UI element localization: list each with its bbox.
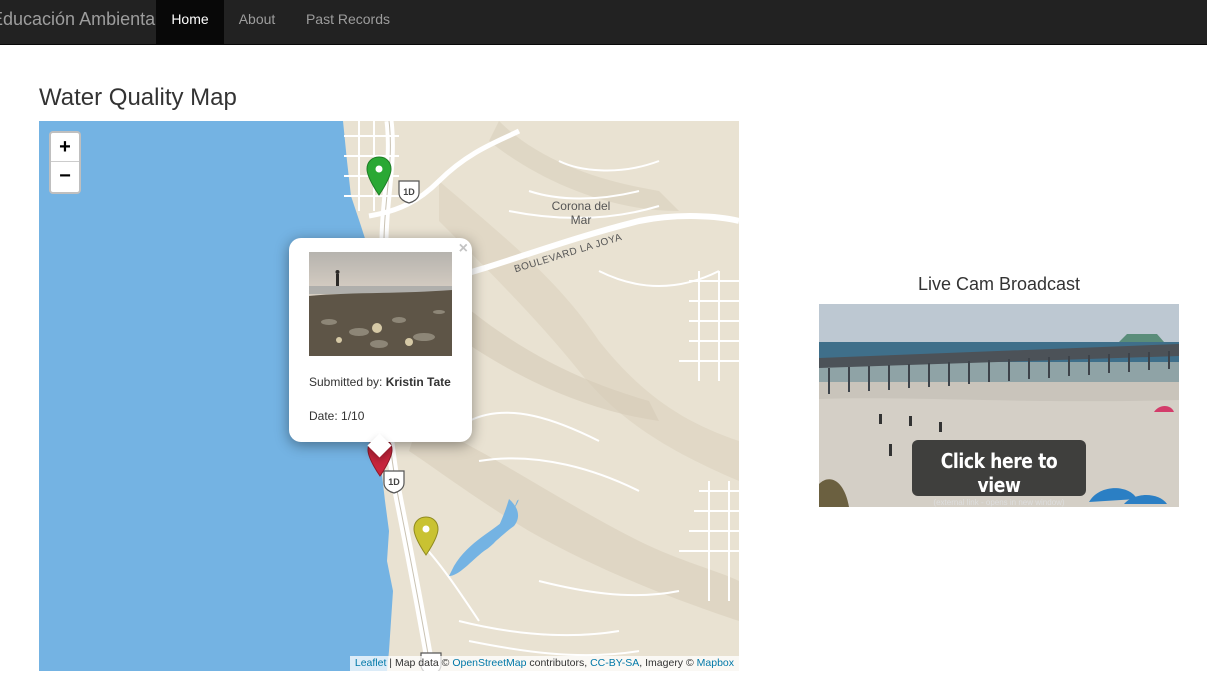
popup-submitter-name: Kristin Tate bbox=[385, 375, 451, 389]
click-to-view-button[interactable]: Click here to view (external link - open… bbox=[912, 440, 1086, 507]
attrib-text-2: contributors, bbox=[526, 657, 591, 669]
live-cam-title: Live Cam Broadcast bbox=[917, 274, 1081, 294]
zoom-in-button[interactable]: + bbox=[51, 133, 79, 162]
town-label-line2: Mar bbox=[571, 213, 592, 227]
cam-button-main-text: Click here to view bbox=[940, 449, 1058, 497]
nav-past-records[interactable]: Past Records bbox=[290, 0, 406, 44]
nav-about[interactable]: About bbox=[224, 0, 290, 44]
popup-close-button[interactable]: × bbox=[459, 240, 468, 258]
attrib-text-1: | Map data © bbox=[386, 657, 453, 669]
popup-photo bbox=[309, 252, 452, 356]
license-link[interactable]: CC-BY-SA bbox=[590, 657, 639, 669]
water-quality-map[interactable]: 1D 1D Corona del Mar BOULEVARD LA JOYA +… bbox=[39, 121, 739, 671]
green-marker[interactable] bbox=[366, 156, 392, 196]
highway-label-2: 1D bbox=[388, 477, 400, 487]
leaflet-link[interactable]: Leaflet bbox=[355, 657, 387, 669]
zoom-control: + − bbox=[49, 131, 81, 194]
osm-link[interactable]: OpenStreetMap bbox=[452, 657, 526, 669]
popup-date: Date: 1/10 bbox=[309, 409, 365, 423]
map-attribution: Leaflet | Map data © OpenStreetMap contr… bbox=[349, 656, 739, 671]
page-title: Water Quality Map bbox=[39, 84, 237, 111]
navbar: Educación Ambiental Home About Past Reco… bbox=[0, 0, 1207, 45]
live-cam-link[interactable]: Click here to view (external link - open… bbox=[819, 304, 1179, 507]
attrib-text-3: , Imagery © bbox=[639, 657, 697, 669]
town-label-line1: Corona del bbox=[552, 199, 611, 213]
zoom-out-button[interactable]: − bbox=[51, 162, 79, 191]
cam-button-sub-text: (external link - opens in new window) bbox=[933, 498, 1065, 507]
mapbox-link[interactable]: Mapbox bbox=[697, 657, 734, 669]
yellow-marker[interactable] bbox=[413, 516, 439, 556]
highway-label-1: 1D bbox=[403, 187, 415, 197]
popup-submitted-label: Submitted by: bbox=[309, 375, 386, 389]
nav-home[interactable]: Home bbox=[156, 0, 224, 44]
popup-submitted: Submitted by: Kristin Tate bbox=[309, 375, 451, 389]
brand-logo-text[interactable]: Educación Ambiental bbox=[0, 0, 156, 45]
marker-popup: × Submitted by: Kristin Tate Date: 1/10 bbox=[289, 238, 472, 458]
